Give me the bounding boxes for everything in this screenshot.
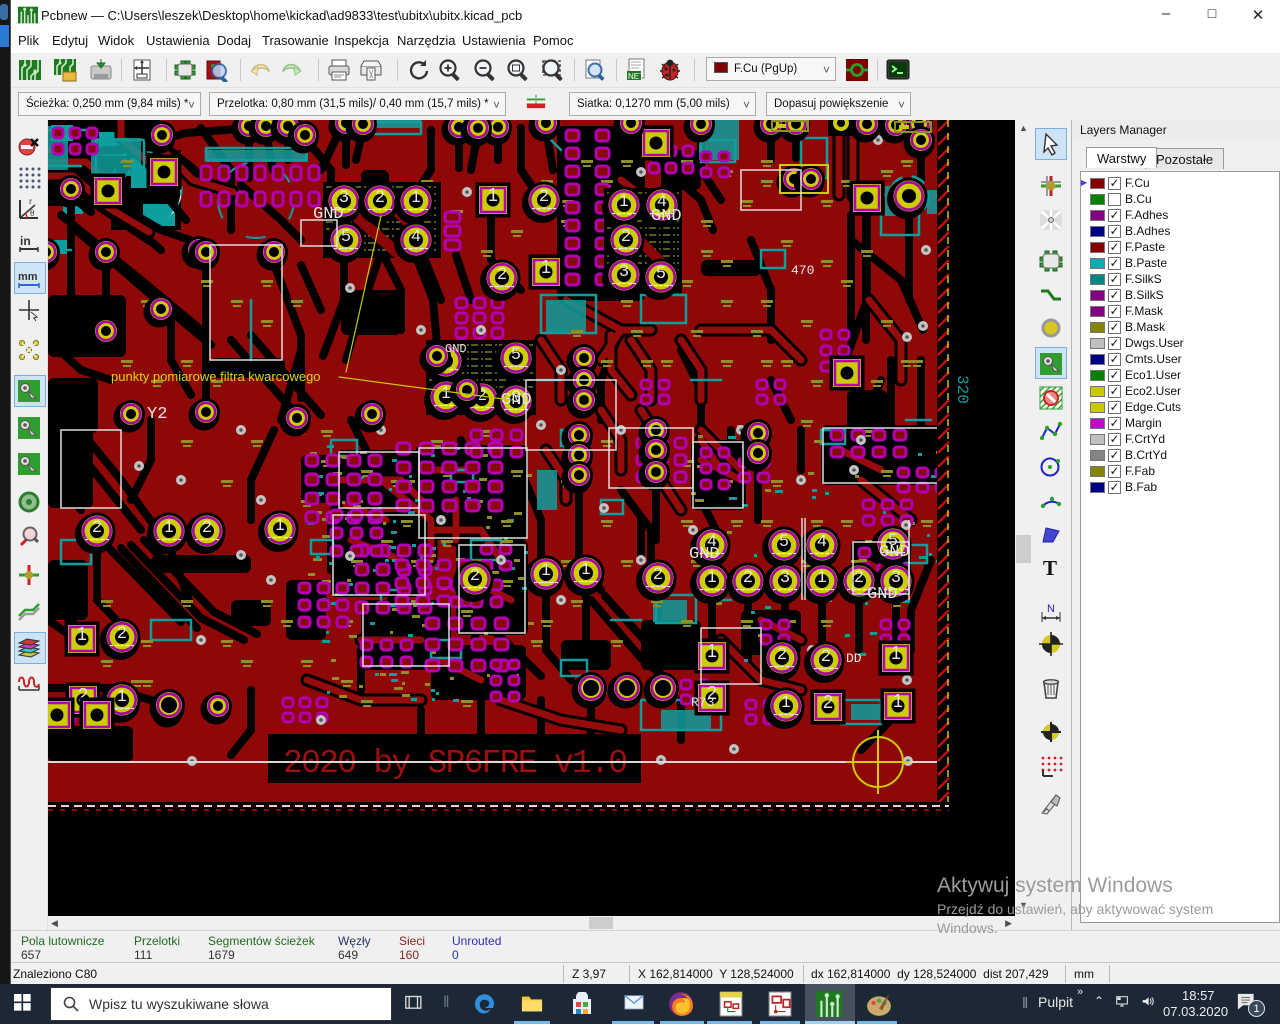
svg-text:2: 2	[117, 623, 126, 642]
svg-text:θ: θ	[30, 208, 34, 218]
svg-text:Y2: Y2	[147, 405, 167, 424]
svg-text:NET: NET	[628, 72, 644, 81]
svg-text:3: 3	[891, 567, 900, 586]
svg-text:r: r	[29, 197, 32, 206]
svg-text:2: 2	[375, 187, 384, 206]
svg-text:1: 1	[411, 187, 420, 206]
svg-text:4: 4	[411, 226, 420, 245]
svg-text:2: 2	[854, 567, 863, 586]
svg-text:2: 2	[92, 517, 101, 536]
svg-text:2: 2	[823, 692, 833, 712]
svg-text:5: 5	[341, 226, 350, 245]
svg-text:1: 1	[541, 257, 551, 277]
svg-text:GND: GND	[445, 342, 467, 356]
svg-text:GND: GND	[651, 207, 682, 226]
svg-text:T: T	[1043, 556, 1057, 580]
svg-text:1: 1	[117, 686, 126, 705]
svg-text:2020 by SP6FRE v1.0: 2020 by SP6FRE v1.0	[283, 745, 628, 782]
svg-text:2: 2	[743, 567, 752, 586]
svg-text:GND: GND	[313, 205, 344, 224]
svg-text:GND: GND	[689, 545, 720, 564]
svg-text:1: 1	[164, 517, 173, 536]
svg-text:470: 470	[791, 263, 814, 278]
svg-text:2: 2	[821, 646, 830, 665]
svg-text:320: 320	[953, 375, 971, 404]
svg-text:punkty pomiarowe filtra kwarco: punkty pomiarowe filtra kwarcowego	[111, 369, 321, 384]
svg-text:2: 2	[539, 186, 548, 205]
svg-text:1: 1	[541, 560, 550, 579]
svg-text:3: 3	[780, 567, 789, 586]
svg-text:2: 2	[777, 644, 786, 663]
svg-text:2: 2	[202, 517, 211, 536]
svg-text:2: 2	[470, 565, 479, 584]
svg-text:5: 5	[511, 344, 520, 363]
svg-text:1: 1	[441, 383, 450, 402]
svg-text:1: 1	[817, 567, 826, 586]
svg-text:in: in	[20, 234, 31, 248]
svg-text:N: N	[1047, 603, 1055, 615]
svg-text:4: 4	[817, 531, 826, 550]
svg-text:R73: R73	[691, 695, 714, 710]
svg-text:GND: GND	[501, 391, 532, 410]
svg-text:1: 1	[707, 567, 716, 586]
svg-text:3: 3	[339, 187, 348, 206]
svg-text:5: 5	[779, 531, 788, 550]
svg-text:1: 1	[488, 185, 498, 205]
svg-text:GND: GND	[879, 543, 910, 562]
svg-text:DD: DD	[846, 651, 862, 666]
svg-text:1: 1	[893, 691, 903, 711]
svg-text:GND: GND	[867, 585, 898, 604]
svg-text:1: 1	[707, 641, 717, 661]
svg-text:2: 2	[653, 564, 662, 583]
svg-text:mm: mm	[18, 271, 38, 283]
svg-text:1: 1	[581, 559, 590, 578]
svg-text:3: 3	[619, 261, 628, 280]
svg-text:1: 1	[275, 515, 284, 534]
svg-text:1: 1	[77, 624, 87, 644]
svg-text:2: 2	[497, 264, 506, 283]
svg-text:2: 2	[621, 226, 630, 245]
svg-text:5: 5	[656, 263, 665, 282]
svg-text:1: 1	[619, 191, 628, 210]
svg-text:1: 1	[781, 692, 790, 711]
svg-text:1: 1	[891, 643, 901, 663]
